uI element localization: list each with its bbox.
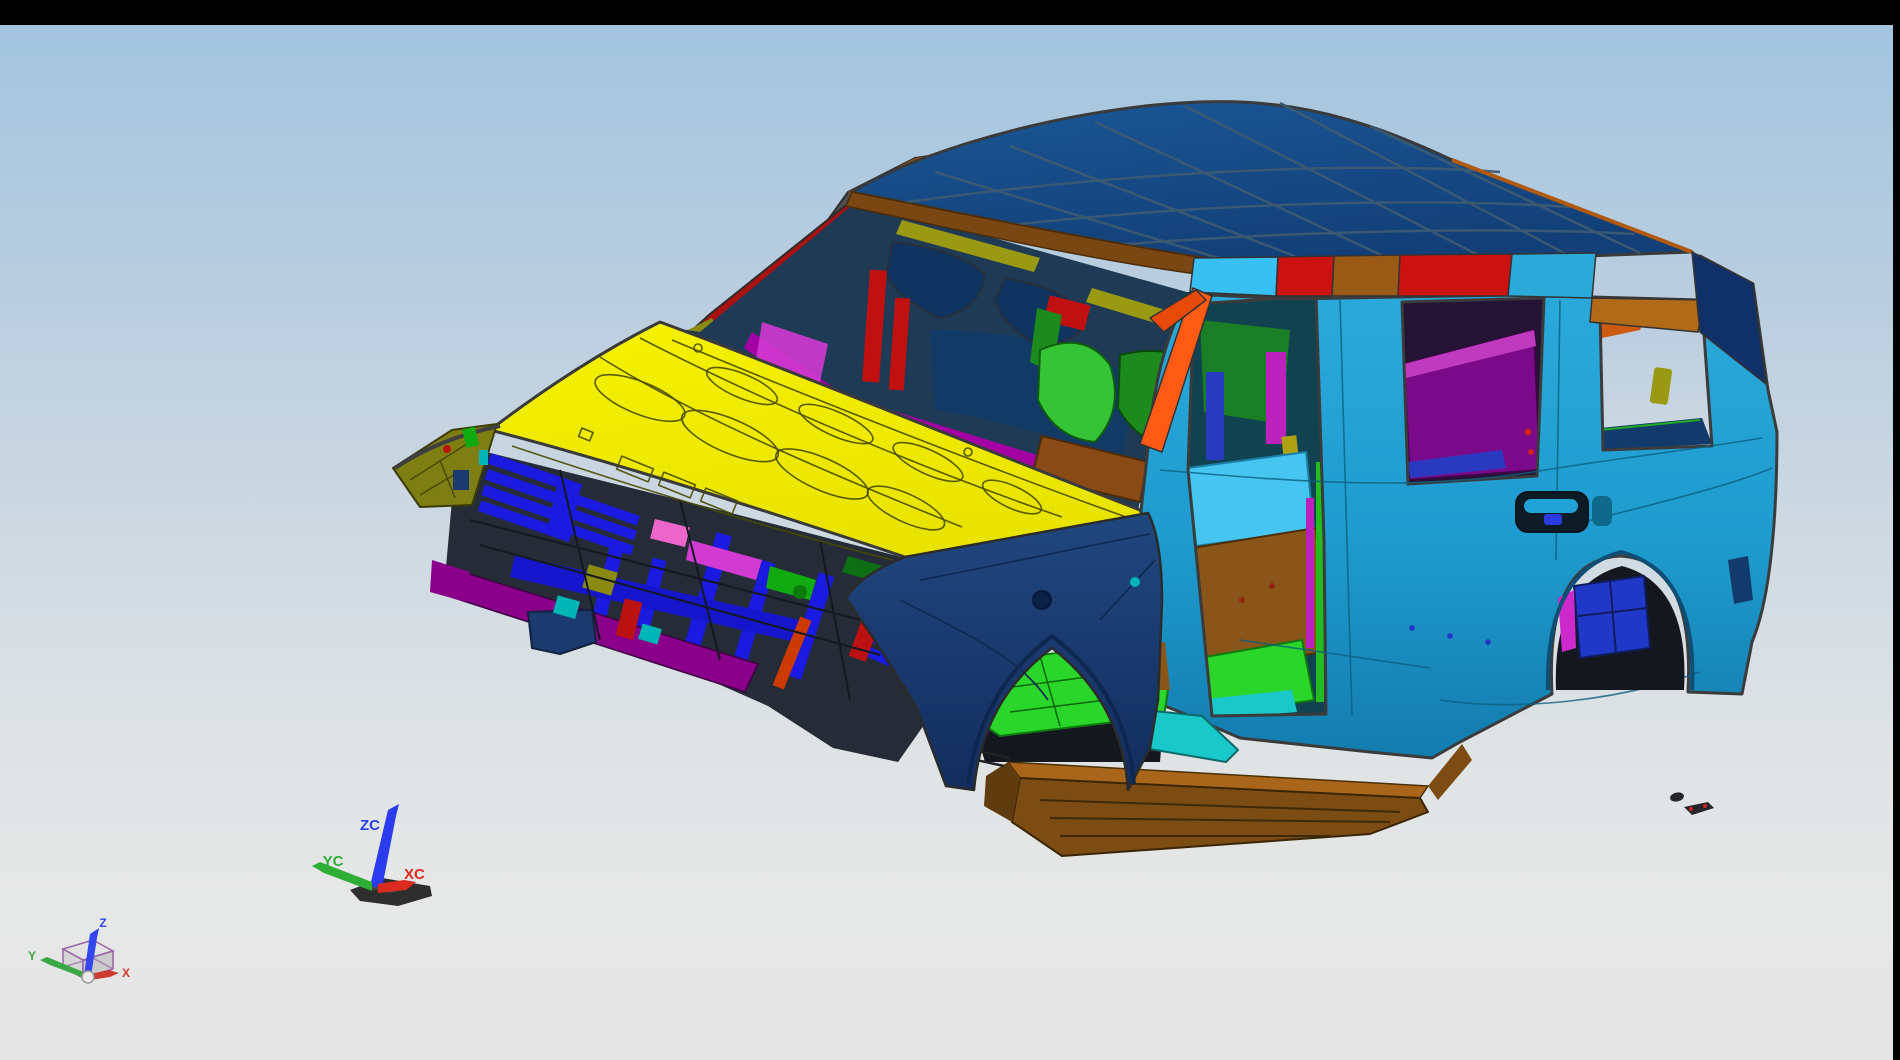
fender-hole bbox=[1033, 591, 1051, 609]
debris-red-dot bbox=[1703, 804, 1707, 808]
view-y-label: Y bbox=[28, 949, 36, 963]
rear-red-dot bbox=[1525, 429, 1532, 436]
fender-tip-navy bbox=[453, 470, 469, 490]
floor-detail-dot bbox=[1239, 597, 1245, 603]
handle-recess-2 bbox=[1592, 496, 1612, 526]
wcs-y-label: YC bbox=[323, 853, 344, 870]
cad-viewport[interactable]: ZC YC XC Z Y X bbox=[0, 0, 1900, 1060]
debris-long[interactable] bbox=[1684, 802, 1714, 815]
rail-segment-red-2[interactable] bbox=[1398, 254, 1512, 296]
debris-small[interactable] bbox=[1669, 791, 1685, 803]
rail-segment-cyan-rear[interactable] bbox=[1508, 253, 1596, 298]
fascia-green-circle bbox=[793, 585, 807, 599]
rail-segment-cyan-front[interactable] bbox=[1190, 257, 1278, 296]
fender-teal-dot bbox=[1130, 577, 1140, 587]
fender-tip-red-dot bbox=[443, 445, 451, 453]
rail-segment-red-1[interactable] bbox=[1276, 256, 1334, 296]
bumper-bracket-navy[interactable] bbox=[528, 610, 596, 654]
rivet-dot bbox=[1409, 625, 1415, 631]
debris-parts[interactable] bbox=[1669, 791, 1714, 815]
debris-red-dot bbox=[1689, 807, 1693, 811]
wcs-x-label: XC bbox=[404, 866, 425, 883]
bpillar-seal-magenta bbox=[1306, 498, 1314, 648]
rivet-dot bbox=[1485, 639, 1491, 645]
view-x-label: X bbox=[122, 966, 130, 980]
model-canvas[interactable]: ZC YC XC Z Y X bbox=[0, 0, 1900, 1060]
handle-glint bbox=[1544, 514, 1562, 525]
floor-detail-dot bbox=[1269, 583, 1275, 589]
view-cube-triad[interactable]: Z Y X bbox=[28, 916, 130, 983]
rear-red-dot bbox=[1528, 449, 1534, 455]
wcs-z-label: ZC bbox=[360, 817, 380, 834]
car-model[interactable] bbox=[393, 102, 1777, 856]
front-cavity-blue bbox=[1206, 372, 1224, 460]
rail-segment-brown[interactable] bbox=[1332, 255, 1400, 296]
wcs-triad[interactable]: ZC YC XC bbox=[312, 804, 432, 906]
rivet-dot bbox=[1447, 633, 1453, 639]
front-cavity-magenta bbox=[1266, 352, 1286, 444]
view-z-label: Z bbox=[99, 916, 106, 930]
handle-bar[interactable] bbox=[1524, 499, 1578, 513]
view-origin-ball[interactable] bbox=[82, 971, 94, 983]
fender-tip-teal bbox=[479, 450, 488, 465]
